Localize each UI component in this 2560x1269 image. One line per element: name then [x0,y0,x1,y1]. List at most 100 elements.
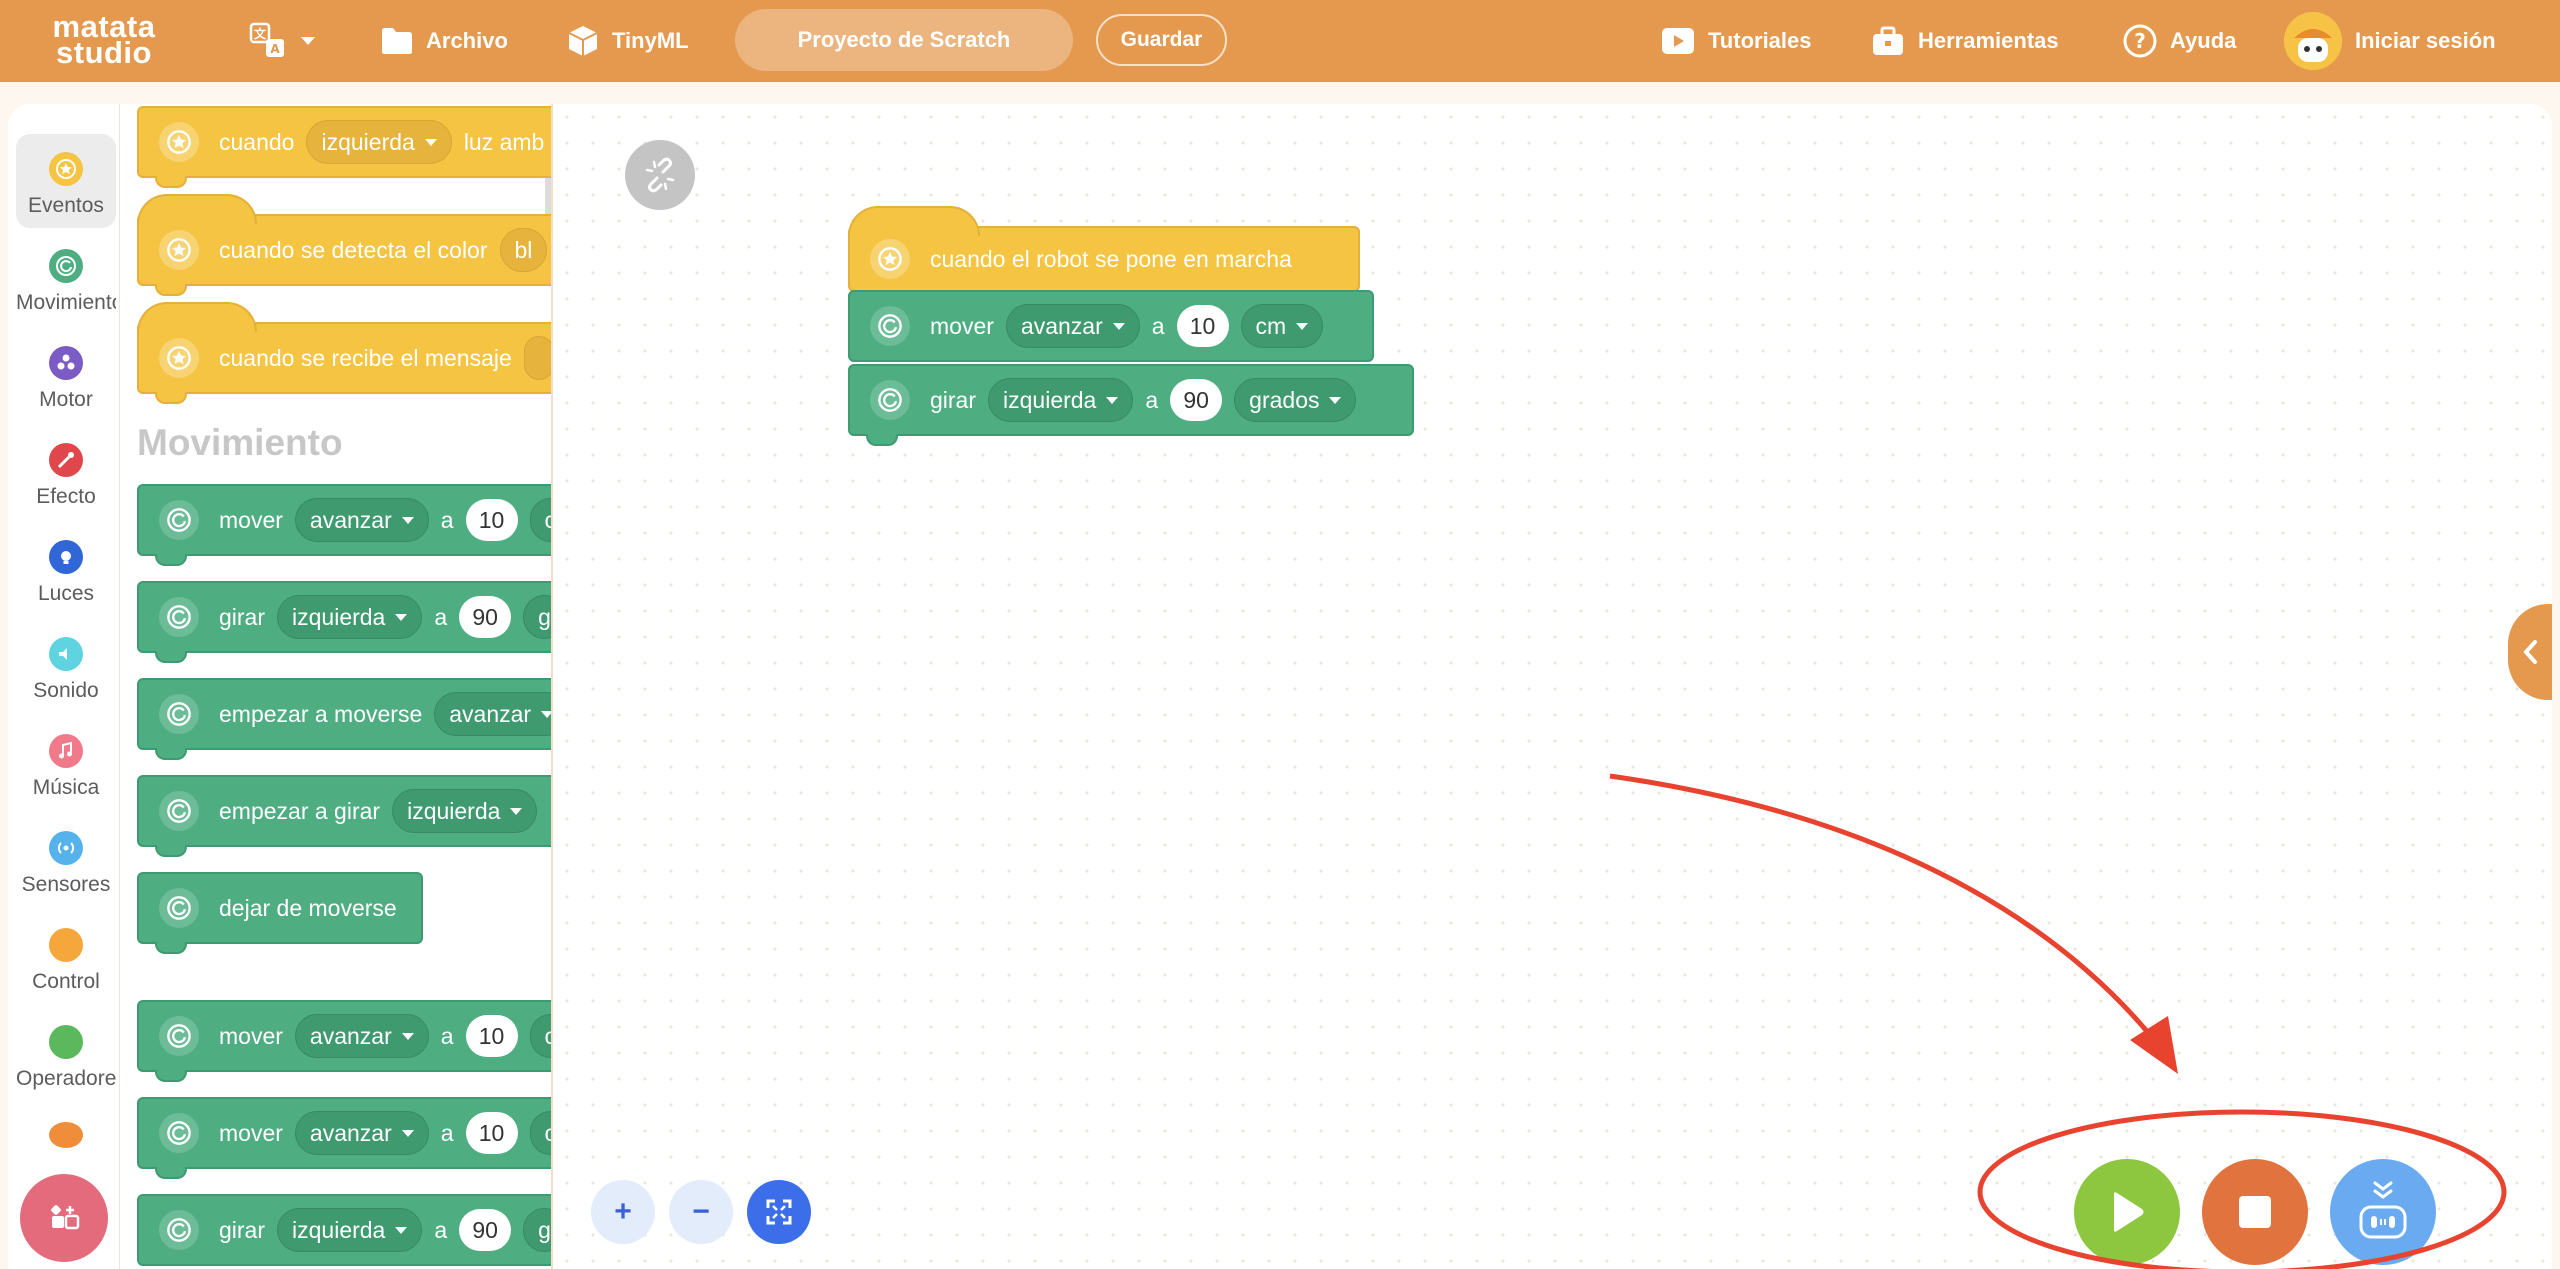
rotate-icon [159,1210,199,1250]
palette-block-move[interactable]: mover avanzar a 10 c [137,1000,551,1082]
unit-dropdown[interactable]: grados [1234,378,1357,422]
control-dot-icon [49,928,83,962]
language-button[interactable]: 文 A [248,0,328,82]
category-sensores[interactable]: Sensores [16,813,116,907]
palette-block-start-turning[interactable]: empezar a girar izquierda [137,775,551,857]
rotate-icon [159,694,199,734]
distance-input[interactable]: 10 [1176,305,1229,347]
dropdown-value: izquierda [407,797,501,824]
direction-dropdown[interactable]: avanzar [294,1111,429,1155]
direction-dropdown[interactable]: avanzar [434,692,551,736]
play-icon [2114,1192,2144,1232]
project-name-field[interactable]: Proyecto de Scratch [735,9,1073,71]
avatar[interactable] [2284,12,2342,70]
number-input[interactable]: 90 [459,596,512,638]
number-input[interactable]: 10 [465,499,518,541]
palette-block-when-color[interactable]: cuando se detecta el color bl [137,194,551,296]
color-dropdown[interactable]: bl [499,228,548,272]
direction-dropdown[interactable]: avanzar [294,1014,429,1058]
block-text: mover [219,1119,283,1146]
direction-dropdown[interactable]: izquierda [277,595,423,639]
palette-block-move[interactable]: mover avanzar a 10 c [137,484,551,566]
plus-icon: + [614,1195,632,1228]
help-button[interactable]: ? Ayuda [2122,0,2236,82]
zoom-in-button[interactable]: + [591,1180,655,1244]
unit-dropdown[interactable]: cm [1240,304,1324,348]
logo-line-2: studio [56,35,152,70]
tinyml-menu[interactable]: TinyML [566,0,689,82]
category-sonido[interactable]: Sonido [16,619,116,713]
category-operadores[interactable]: Operadores [16,1007,116,1101]
number-input[interactable]: 90 [459,1209,512,1251]
chevron-down-icon [1106,396,1119,404]
dropdown-value: avanzar [1020,312,1103,339]
number-input[interactable]: 10 [465,1112,518,1154]
tools-button[interactable]: Herramientas [1870,0,2059,82]
zoom-out-button[interactable]: − [669,1180,733,1244]
direction-dropdown[interactable]: avanzar [1005,304,1140,348]
stage-panel-toggle[interactable] [2508,604,2552,700]
category-motor[interactable]: Motor [16,328,116,422]
direction-dropdown[interactable]: avanzar [294,498,429,542]
chevron-down-icon [541,710,551,718]
direction-dropdown[interactable]: izquierda [306,120,452,164]
dropdown-value: izquierda [292,603,386,630]
category-more[interactable] [16,1104,116,1148]
zoom-reset-button[interactable] [747,1180,811,1244]
category-luces[interactable]: Luces [16,522,116,616]
archivo-menu[interactable]: Archivo [380,0,508,82]
palette-block-when-light[interactable]: cuando izquierda luz amb [137,106,551,188]
script-block-turn[interactable]: girar izquierda a 90 grados [848,364,1414,446]
script-canvas[interactable]: cuando el robot se pone en marcha mover … [554,104,2552,1269]
tinyml-label: TinyML [612,28,689,53]
block-text: girar [219,603,266,630]
unit-dropdown[interactable]: c [529,1111,551,1155]
unit-dropdown[interactable]: g [523,595,551,639]
run-button[interactable] [2074,1159,2180,1265]
category-movimiento[interactable]: Movimiento [16,231,116,325]
palette-block-stop-moving[interactable]: dejar de moverse [137,872,423,954]
category-label: Eventos [28,194,104,217]
add-extension-button[interactable] [20,1174,108,1262]
stop-icon [2239,1196,2271,1228]
cube-icon [568,26,598,56]
category-control[interactable]: Control [16,910,116,1004]
music-note-icon [49,734,83,768]
upload-to-robot-button[interactable] [2330,1159,2436,1265]
dropdown-value: grados [1249,386,1320,413]
number-input[interactable]: 10 [465,1015,518,1057]
category-efecto[interactable]: Efecto [16,425,116,519]
chevron-down-icon [1296,322,1309,330]
chevron-left-icon [2523,640,2537,664]
direction-dropdown[interactable]: izquierda [277,1208,423,1252]
rotate-icon [159,1113,199,1153]
star-icon [159,122,199,162]
toolbox-icon [1873,26,1903,55]
palette-block-start-moving[interactable]: empezar a moverse avanzar [137,678,551,760]
unit-dropdown[interactable]: c [529,1014,551,1058]
login-button[interactable]: Iniciar sesión [2355,0,2496,82]
rotate-icon [159,791,199,831]
unit-dropdown[interactable]: g [523,1208,551,1252]
stop-button[interactable] [2202,1159,2308,1265]
block-text: a [434,603,448,630]
palette-block-turn[interactable]: girar izquierda a 90 g [137,1194,551,1266]
direction-dropdown[interactable]: izquierda [392,789,538,833]
login-label: Iniciar sesión [2355,28,2496,53]
save-button[interactable]: Guardar [1096,14,1227,66]
matata-studio-logo[interactable]: matata studio [44,11,164,70]
palette-block-when-message[interactable]: cuando se recibe el mensaje [137,302,551,404]
link-button[interactable] [625,140,695,210]
palette-block-move[interactable]: mover avanzar a 10 c [137,1097,551,1179]
angle-input[interactable]: 90 [1170,379,1223,421]
message-dropdown[interactable] [523,336,551,380]
direction-dropdown[interactable]: izquierda [988,378,1134,422]
palette-block-turn[interactable]: girar izquierda a 90 g [137,581,551,663]
category-musica[interactable]: Música [16,716,116,810]
unit-dropdown[interactable]: c [529,498,551,542]
category-eventos[interactable]: Eventos [16,134,116,228]
tutorials-button[interactable]: Tutoriales [1660,0,1812,82]
script-block-move[interactable]: mover avanzar a 10 cm [848,290,1374,362]
script-block-robot-start[interactable]: cuando el robot se pone en marcha [848,206,1360,292]
folder-icon [382,28,412,54]
